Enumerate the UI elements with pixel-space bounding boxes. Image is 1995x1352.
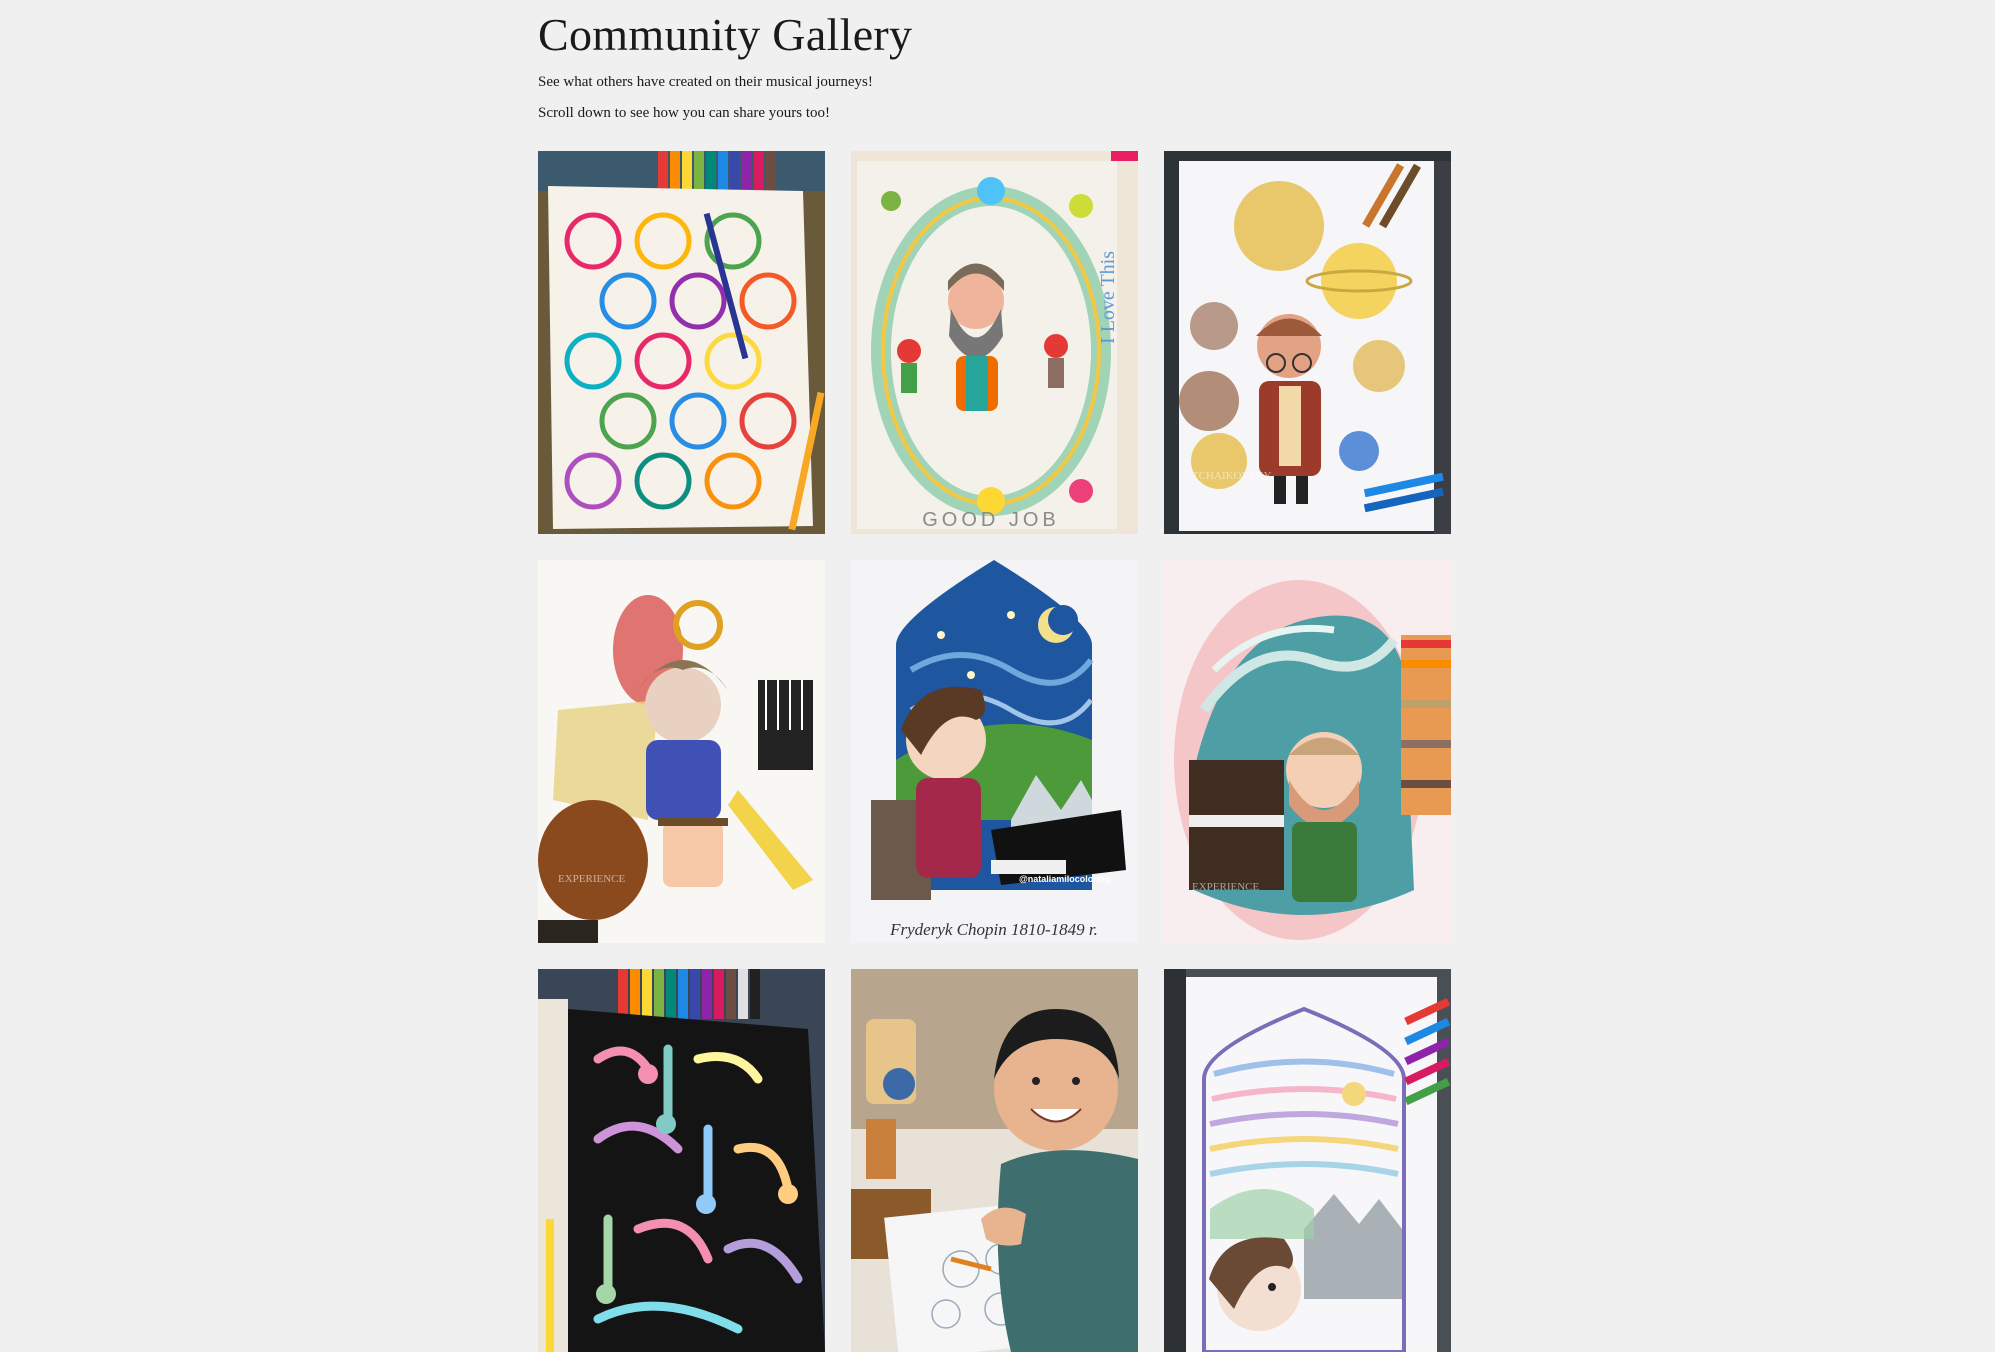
handwritten-bottom-text: GOOD JOB [922,509,1060,531]
gallery-item-chopin-stained-glass[interactable] [1164,969,1451,1352]
child-photo-image [851,969,1138,1352]
gallery-item-music-notes[interactable] [538,969,825,1352]
composer-instruments-image: EXPERIENCE [538,560,825,943]
share-hint-text: Scroll down to see how you can share you… [538,105,831,121]
gallery-item-chopin[interactable]: @nataliamilocoloring Fryderyk Chopin 181… [851,560,1138,943]
composer-planets-image: TCHAIKOVSKY [1164,151,1451,534]
svg-text:EXPERIENCE: EXPERIENCE [558,873,626,885]
svg-text:EXPERIENCE: EXPERIENCE [1192,881,1260,893]
handwritten-caption: Fryderyk Chopin 1810-1849 r. [889,920,1098,939]
composer-stained-glass-image [1164,969,1451,1352]
composer-portrait-image: I Love This GOOD JOB [851,151,1138,534]
composer-starry-night-image: @nataliamilocoloring Fryderyk Chopin 181… [851,560,1138,943]
composer-wave-image: EXPERIENCE [1164,560,1451,943]
gallery-item-holst[interactable]: TCHAIKOVSKY [1164,151,1451,534]
music-notes-image [538,969,825,1352]
svg-text:TCHAIKOVSKY: TCHAIKOVSKY [1192,470,1272,482]
gallery-item-debussy[interactable]: EXPERIENCE [1164,560,1451,943]
intro-text: See what others have created on their mu… [538,74,873,90]
music-pattern-image [538,151,825,534]
gallery-grid: I Love This GOOD JOB TCHAIKOVSKY EXPERIE… [538,151,1451,1352]
gallery-item-beethoven[interactable]: EXPERIENCE [538,560,825,943]
gallery-item-music-pattern[interactable] [538,151,825,534]
page-title: Community Gallery [538,9,913,60]
artist-tag: @nataliamilocoloring [1019,874,1110,884]
gallery-item-child-photo[interactable] [851,969,1138,1352]
handwritten-text: I Love This [1097,251,1119,344]
gallery-item-tchaikovsky[interactable]: I Love This GOOD JOB [851,151,1138,534]
